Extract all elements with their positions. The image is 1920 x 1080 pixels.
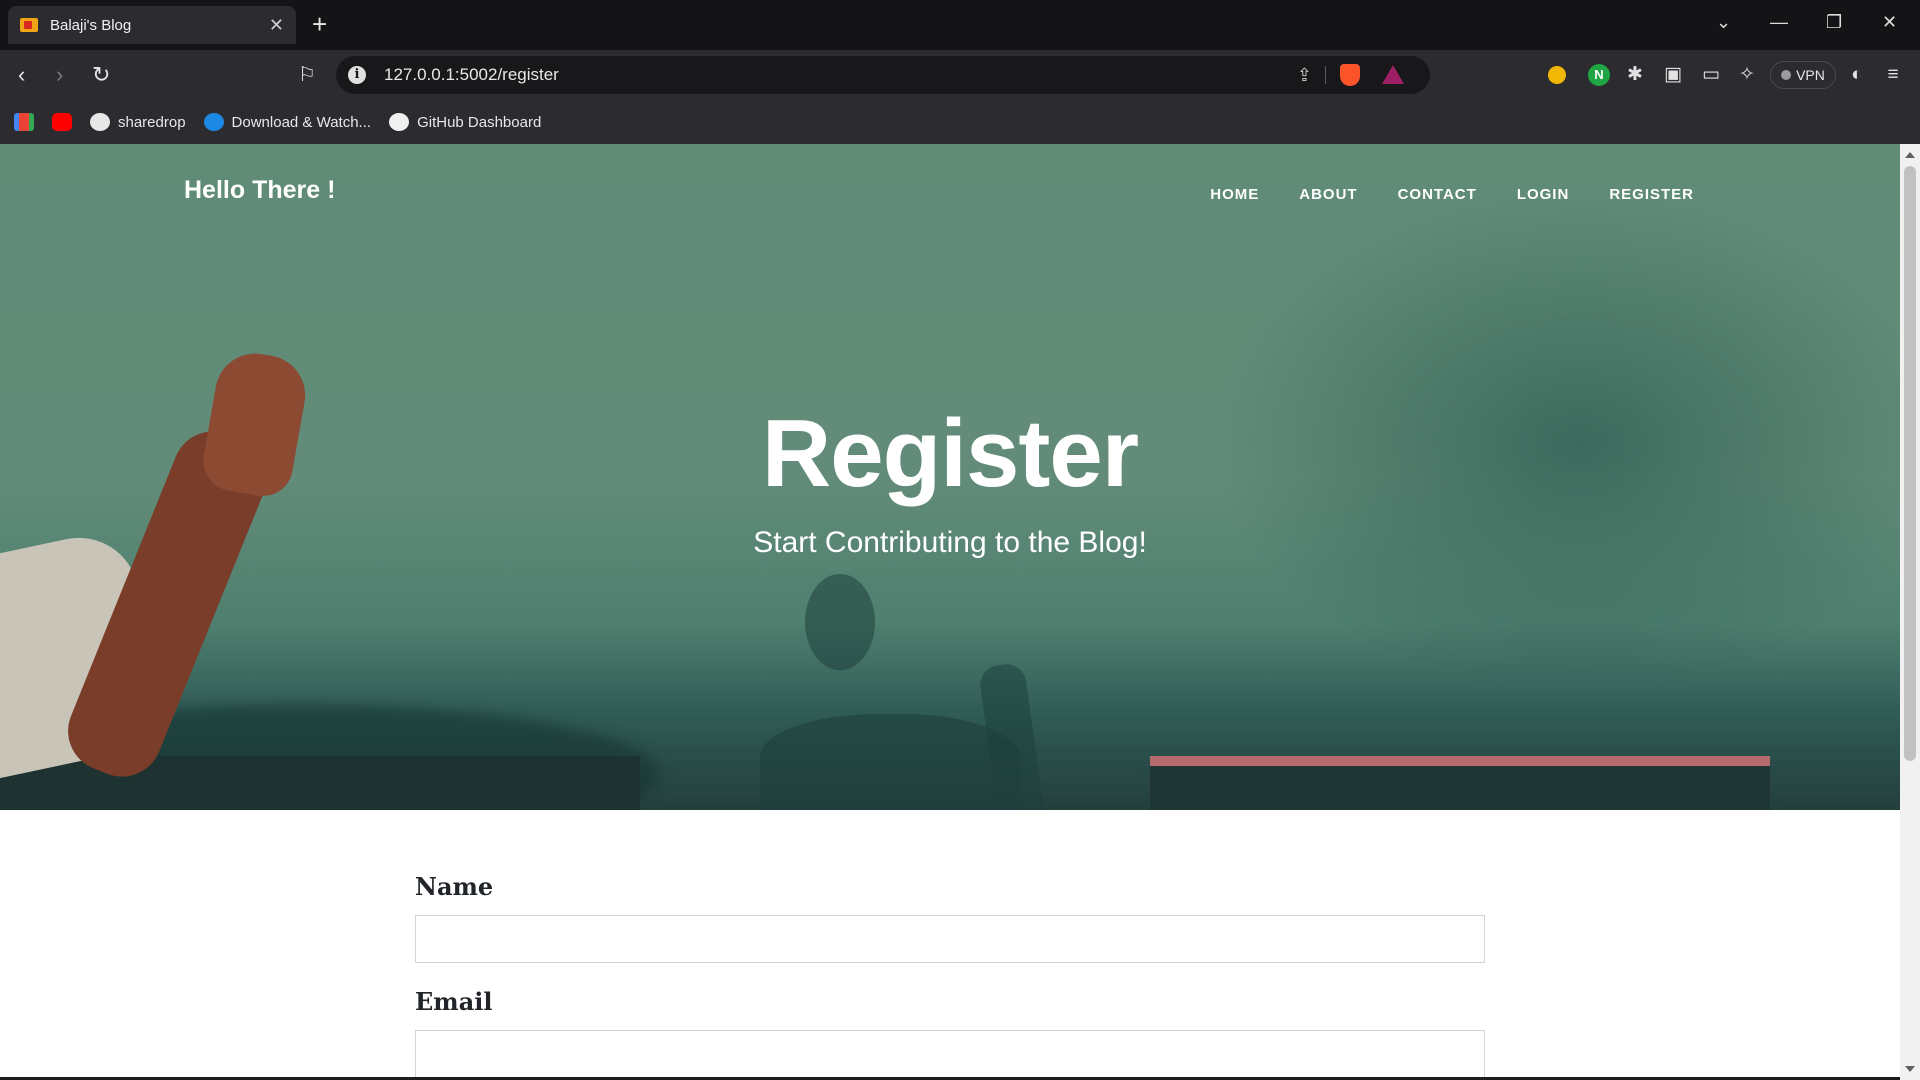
extension-n-icon[interactable]: N	[1588, 64, 1610, 86]
scroll-up-arrow-icon[interactable]	[1905, 152, 1915, 158]
sidebar-icon[interactable]: ▣	[1662, 64, 1684, 86]
tab-bar: Balaji's Blog ✕ + ⌄ — ❐ ✕	[0, 0, 1920, 50]
youtube-icon	[52, 113, 72, 131]
address-bar[interactable]: i 127.0.0.1:5002/register ⇪	[336, 56, 1430, 94]
restore-icon[interactable]: ❐	[1826, 12, 1842, 33]
email-field[interactable]	[415, 1030, 1485, 1077]
forward-arrow-icon[interactable]: ›	[56, 62, 63, 88]
nav-about-link[interactable]: ABOUT	[1299, 186, 1357, 203]
scrollbar-thumb[interactable]	[1904, 166, 1916, 761]
page-subtitle: Start Contributing to the Blog!	[753, 526, 1147, 559]
bookmarks-bar: sharedrop Download & Watch... GitHub Das…	[0, 100, 1920, 144]
vpn-button[interactable]: VPN	[1770, 61, 1836, 89]
menu-hamburger-icon[interactable]: ≡	[1882, 64, 1904, 86]
extensions-puzzle-icon[interactable]: ✱	[1624, 64, 1646, 86]
brave-shields-icon[interactable]	[1340, 64, 1360, 86]
gmail-icon	[14, 113, 34, 131]
name-field[interactable]	[415, 915, 1485, 963]
hero-person-shadow	[760, 714, 1020, 810]
address-divider	[1325, 66, 1326, 84]
browser-toolbar: ‹ › ↻ ⚐ i 127.0.0.1:5002/register ⇪ N ✱ …	[0, 50, 1920, 100]
site-info-icon[interactable]: i	[348, 66, 366, 84]
hero-person-shadow-head	[805, 574, 875, 670]
page-scrollbar[interactable]	[1900, 144, 1920, 1080]
bookmark-youtube[interactable]	[52, 113, 72, 131]
reload-icon[interactable]: ↻	[92, 62, 110, 88]
bookmark-sharedrop[interactable]: sharedrop	[90, 113, 186, 131]
nav-register-link[interactable]: REGISTER	[1609, 186, 1694, 203]
sharedrop-icon	[90, 113, 110, 131]
browser-tab[interactable]: Balaji's Blog ✕	[8, 6, 296, 44]
wallet-icon[interactable]: ▭	[1700, 64, 1722, 86]
brave-rewards-icon[interactable]	[1382, 65, 1404, 84]
bookmark-label: GitHub Dashboard	[417, 113, 542, 131]
register-form: Name Email	[415, 872, 1485, 1077]
scroll-down-arrow-icon[interactable]	[1905, 1066, 1915, 1072]
download-icon	[203, 113, 224, 131]
profile-icon[interactable]: ◐	[1846, 64, 1868, 86]
bookmark-gmail[interactable]	[14, 113, 34, 131]
hero-ledge-right	[1150, 756, 1770, 810]
main-nav: HOME ABOUT CONTACT LOGIN REGISTER	[1210, 186, 1694, 203]
close-window-icon[interactable]: ✕	[1882, 12, 1897, 33]
minimize-icon[interactable]: —	[1770, 12, 1788, 33]
back-arrow-icon[interactable]: ‹	[18, 62, 25, 88]
nav-contact-link[interactable]: CONTACT	[1398, 186, 1477, 203]
tab-title: Balaji's Blog	[50, 16, 132, 34]
site-favicon-icon	[20, 18, 38, 32]
close-tab-icon[interactable]: ✕	[269, 15, 284, 36]
nav-login-link[interactable]: LOGIN	[1517, 186, 1570, 203]
site-brand-link[interactable]: Hello There !	[184, 176, 335, 205]
hero-banner: Hello There ! HOME ABOUT CONTACT LOGIN R…	[0, 144, 1900, 810]
page-title: Register	[761, 400, 1139, 507]
url-text[interactable]: 127.0.0.1:5002/register	[384, 65, 559, 85]
bookmark-icon[interactable]: ⚐	[298, 62, 316, 88]
new-tab-button[interactable]: +	[312, 10, 327, 38]
bookmark-download[interactable]: Download & Watch...	[203, 113, 372, 131]
bookmark-label: Download & Watch...	[231, 113, 372, 131]
bookmark-label: sharedrop	[118, 113, 186, 131]
leo-ai-icon[interactable]: ✧	[1736, 64, 1758, 86]
name-label: Name	[415, 872, 494, 901]
github-icon	[389, 113, 410, 131]
email-label: Email	[415, 987, 493, 1016]
nav-home-link[interactable]: HOME	[1210, 186, 1259, 203]
extension-medal-icon[interactable]	[1548, 66, 1566, 84]
page-viewport: Hello There ! HOME ABOUT CONTACT LOGIN R…	[0, 144, 1900, 1077]
tab-search-chevron-icon[interactable]: ⌄	[1716, 12, 1731, 33]
share-icon[interactable]: ⇪	[1297, 65, 1312, 86]
vpn-label: VPN	[1796, 67, 1825, 83]
bookmark-github[interactable]: GitHub Dashboard	[389, 113, 541, 131]
vpn-status-icon	[1781, 70, 1792, 80]
